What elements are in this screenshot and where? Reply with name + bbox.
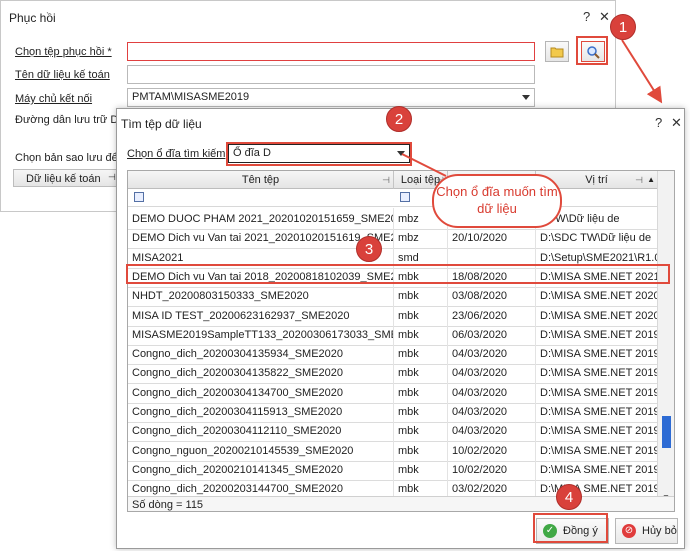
drive-callout: Chọn ổ đĩa muốn tìm dữ liệu [432,174,562,228]
step-badge-4: 4 [556,484,582,510]
callout-pointer [401,153,447,177]
step-badge-3: 3 [356,236,382,262]
step-badge-2: 2 [386,106,412,132]
arrow-to-dialog [621,39,663,104]
step-badge-1: 1 [610,14,636,40]
annotation-arrows [401,39,663,177]
